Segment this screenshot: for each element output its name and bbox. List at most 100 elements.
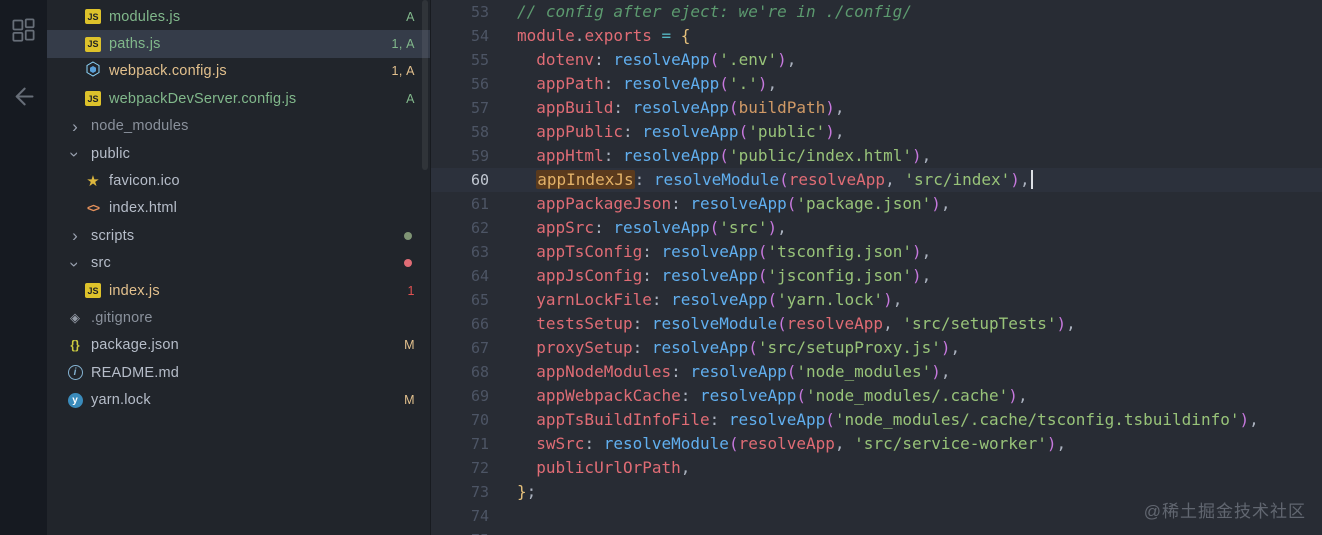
- code-line[interactable]: 56 appPath: resolveApp('.'),: [431, 72, 1322, 96]
- code-text: publicUrlOrPath,: [536, 458, 691, 477]
- js-icon: JS: [83, 91, 103, 107]
- code-text: appWebpackCache: resolveApp('node_module…: [536, 386, 1028, 405]
- code-line[interactable]: 62 appSrc: resolveApp('src'),: [431, 216, 1322, 240]
- code-text: dotenv: resolveApp('.env'),: [536, 50, 797, 69]
- code-line[interactable]: 57 appBuild: resolveApp(buildPath),: [431, 96, 1322, 120]
- file-row[interactable]: webpack.config.js 1, A: [47, 58, 430, 85]
- code-text: module.exports = {: [517, 26, 691, 45]
- code-text: appJsConfig: resolveApp('jsconfig.json')…: [536, 266, 932, 285]
- text-cursor: [1030, 169, 1033, 189]
- grid-icon[interactable]: [10, 16, 37, 43]
- file-row[interactable]: <> index.html: [47, 195, 430, 222]
- folder-row[interactable]: › scripts: [47, 222, 430, 249]
- line-number: 59: [470, 147, 489, 165]
- file-row[interactable]: JS index.js 1: [47, 277, 430, 304]
- line-number: 55: [470, 51, 489, 69]
- folder-row[interactable]: › public: [47, 140, 430, 167]
- file-tree: JS modules.js A JS paths.js 1, A webpack.confi…: [47, 3, 430, 414]
- code-line[interactable]: 67 proxySetup: resolveApp('src/setupProx…: [431, 336, 1322, 360]
- yarn-icon: y: [65, 392, 85, 408]
- sidebar-scrollbar[interactable]: [422, 0, 428, 170]
- line-number: 69: [470, 387, 489, 405]
- code-line[interactable]: 58 appPublic: resolveApp('public'),: [431, 120, 1322, 144]
- code-line[interactable]: 63 appTsConfig: resolveApp('tsconfig.jso…: [431, 240, 1322, 264]
- line-number: 70: [470, 411, 489, 429]
- line-number: 58: [470, 123, 489, 141]
- file-row[interactable]: JS modules.js A: [47, 3, 430, 30]
- code-line[interactable]: 54 module.exports = {: [431, 24, 1322, 48]
- code-line[interactable]: 70 appTsBuildInfoFile: resolveApp('node_…: [431, 408, 1322, 432]
- line-number: 68: [470, 363, 489, 381]
- folder-name: node_modules: [91, 118, 189, 135]
- git-status-badge: M: [404, 393, 415, 408]
- file-name: webpack.config.js: [109, 63, 227, 80]
- folder-row[interactable]: › src: [47, 250, 430, 277]
- chevron-down-icon: ›: [65, 261, 85, 268]
- line-number: 56: [470, 75, 489, 93]
- folder-row[interactable]: › node_modules: [47, 113, 430, 140]
- code-text: appIndexJs: resolveModule(resolveApp, 's…: [517, 168, 1033, 192]
- line-number: 65: [470, 291, 489, 309]
- git-status-badge: 1: [407, 283, 415, 298]
- code-editor: 53 // config after eject: we're in ./conf…: [430, 0, 1322, 535]
- file-name: webpackDevServer.config.js: [109, 90, 297, 107]
- code-line[interactable]: 60 appIndexJs: resolveModule(resolveApp,…: [431, 168, 1322, 192]
- code-line[interactable]: 64 appJsConfig: resolveApp('jsconfig.jso…: [431, 264, 1322, 288]
- line-number: 72: [470, 459, 489, 477]
- back-arrow-icon[interactable]: [10, 83, 37, 110]
- file-name: favicon.ico: [109, 173, 180, 190]
- line-number: 57: [470, 99, 489, 117]
- code-line[interactable]: 66 testsSetup: resolveModule(resolveApp,…: [431, 312, 1322, 336]
- vscode-window: JS modules.js A JS paths.js 1, A webpack.confi…: [0, 0, 1322, 535]
- file-row[interactable]: JS paths.js 1, A: [47, 30, 430, 58]
- line-number: 71: [470, 435, 489, 453]
- folder-name: public: [91, 145, 131, 162]
- git-status-badge: A: [406, 9, 415, 24]
- code-text: appTsConfig: resolveApp('tsconfig.json')…: [536, 242, 932, 261]
- folder-name: scripts: [91, 227, 135, 244]
- git-icon: ◈: [70, 309, 80, 325]
- code-line[interactable]: 59 appHtml: resolveApp('public/index.htm…: [431, 144, 1322, 168]
- code-line[interactable]: 68 appNodeModules: resolveApp('node_modu…: [431, 360, 1322, 384]
- git-status-badge: A: [406, 91, 415, 106]
- file-name: package.json: [91, 337, 179, 354]
- code-text: appPath: resolveApp('.'),: [536, 74, 778, 93]
- line-number: 66: [470, 315, 489, 333]
- webpack-icon: [83, 61, 103, 82]
- watermark: @稀土掘金技术社区: [1143, 502, 1306, 521]
- file-row[interactable]: y yarn.lock M: [47, 386, 430, 413]
- status-dot: [404, 259, 412, 268]
- line-number: 64: [470, 267, 489, 285]
- code-line[interactable]: 71 swSrc: resolveModule(resolveApp, 'src…: [431, 432, 1322, 456]
- git-status-badge: 1, A: [391, 37, 415, 52]
- file-row[interactable]: {} package.json M: [47, 332, 430, 359]
- file-row[interactable]: ★ favicon.ico: [47, 167, 430, 194]
- file-row[interactable]: i README.md: [47, 359, 430, 386]
- file-name: paths.js: [109, 36, 161, 53]
- json-icon: {}: [70, 338, 80, 353]
- code-line[interactable]: 61 appPackageJson: resolveApp('package.j…: [431, 192, 1322, 216]
- status-dot: [404, 231, 412, 240]
- file-name: README.md: [91, 364, 180, 381]
- code-text: appTsBuildInfoFile: resolveApp('node_mod…: [536, 410, 1259, 429]
- js-icon: JS: [83, 283, 103, 299]
- code-line[interactable]: 53 // config after eject: we're in ./conf…: [431, 0, 1322, 24]
- code-line[interactable]: 69 appWebpackCache: resolveApp('node_mod…: [431, 384, 1322, 408]
- star-icon: ★: [86, 173, 100, 191]
- chevron-right-icon: ›: [72, 226, 78, 246]
- explorer-sidebar: JS modules.js A JS paths.js 1, A webpack.confi…: [47, 0, 430, 535]
- code-line[interactable]: 72 publicUrlOrPath,: [431, 456, 1322, 480]
- line-number: 75: [431, 528, 489, 535]
- code-line[interactable]: 65 yarnLockFile: resolveApp('yarn.lock')…: [431, 288, 1322, 312]
- js-icon: JS: [83, 36, 103, 52]
- code-line[interactable]: 75: [431, 528, 1322, 535]
- code-area[interactable]: 53 // config after eject: we're in ./conf…: [431, 0, 1322, 535]
- file-row[interactable]: ◈ .gitignore: [47, 304, 430, 331]
- activity-bar: [0, 0, 47, 535]
- code-line[interactable]: 55 dotenv: resolveApp('.env'),: [431, 48, 1322, 72]
- line-number: 61: [470, 195, 489, 213]
- code-text: appNodeModules: resolveApp('node_modules…: [536, 362, 951, 381]
- file-row[interactable]: JS webpackDevServer.config.js A: [47, 85, 430, 112]
- code-text: proxySetup: resolveApp('src/setupProxy.j…: [536, 338, 961, 357]
- code-text: appPackageJson: resolveApp('package.json…: [536, 194, 951, 213]
